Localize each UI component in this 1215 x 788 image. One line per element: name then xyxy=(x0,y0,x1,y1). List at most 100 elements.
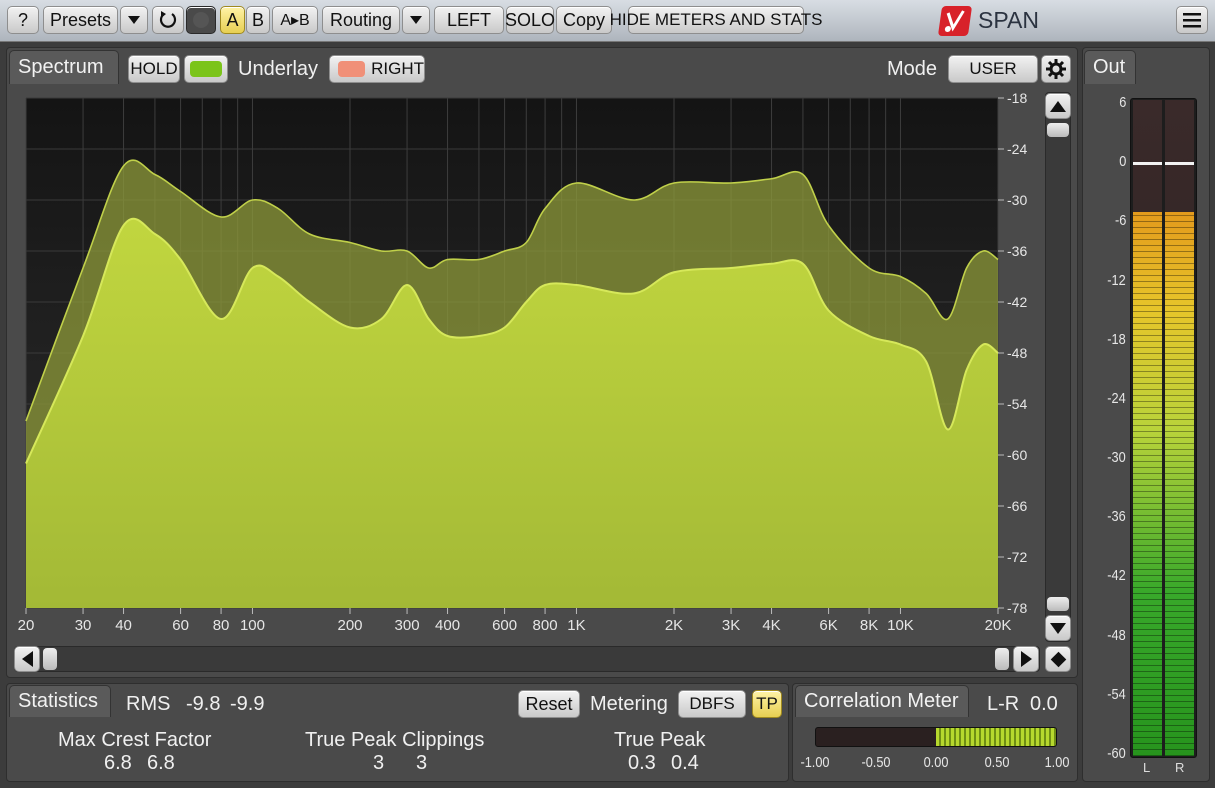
tp-clippings-left-value: 3 xyxy=(373,752,385,774)
max-crest-right-value: 6.8 xyxy=(147,752,175,774)
true-peak-toggle[interactable]: TP xyxy=(752,690,782,718)
db-tick-label: -78 xyxy=(1007,600,1027,616)
correlation-value: 0.0 xyxy=(1030,693,1058,715)
correlation-meter-track xyxy=(815,727,1057,747)
freq-tick-label: 80 xyxy=(213,617,230,634)
underlay-channel-button[interactable]: RIGHT xyxy=(329,55,425,83)
mode-select[interactable]: USER xyxy=(948,55,1038,83)
db-tick-label: -42 xyxy=(1007,294,1027,310)
out-meter-level xyxy=(1165,211,1194,756)
correlation-tick-label: -0.50 xyxy=(860,754,891,771)
record-indicator-icon xyxy=(193,12,209,28)
help-button[interactable]: ? xyxy=(7,6,39,34)
db-tick-label: -72 xyxy=(1007,549,1027,565)
out-meter-tick-label: -24 xyxy=(1107,389,1126,407)
brand-logo xyxy=(937,6,973,36)
routing-dropdown-button[interactable] xyxy=(402,6,430,34)
arrow-up-icon xyxy=(1050,100,1066,112)
out-meter-tick-label: -18 xyxy=(1107,330,1126,348)
true-peak-right-value: 0.4 xyxy=(671,752,699,774)
freq-tick-label: 600 xyxy=(492,617,517,634)
out-meter-peak-marker xyxy=(1133,162,1162,166)
freq-tick-label: 20K xyxy=(985,617,1012,634)
max-crest-left-value: 6.8 xyxy=(104,752,132,774)
db-tick-label: -24 xyxy=(1007,141,1027,157)
scroll-down-button[interactable] xyxy=(1045,615,1071,641)
presets-dropdown-button[interactable] xyxy=(120,6,148,34)
freq-tick-label: 30 xyxy=(75,617,92,634)
out-channel-label-left: L xyxy=(1143,760,1151,775)
brand-name: SPAN xyxy=(978,7,1039,33)
scroll-up-button[interactable] xyxy=(1045,93,1071,119)
vertical-scroll-handle-bottom[interactable] xyxy=(1047,597,1069,611)
correlation-meter-fill xyxy=(936,728,1056,746)
undo-button[interactable] xyxy=(152,6,184,34)
horizontal-scroll-handle-left[interactable] xyxy=(43,648,57,670)
rms-left-value: -9.8 xyxy=(186,693,221,715)
arrow-left-icon xyxy=(21,651,33,667)
metering-mode-button[interactable]: DBFS xyxy=(678,690,746,718)
out-meter-level xyxy=(1133,211,1162,756)
statistics-tab: Statistics xyxy=(9,685,111,717)
reset-zoom-button[interactable] xyxy=(1045,646,1071,672)
copy-a-to-b-button[interactable]: A▸B xyxy=(272,6,318,34)
db-tick-label: -66 xyxy=(1007,498,1027,514)
routing-button[interactable]: Routing xyxy=(322,6,400,34)
solo-button[interactable]: SOLO xyxy=(505,6,555,34)
out-meter-peak-marker xyxy=(1165,162,1194,166)
horizontal-scroll-handle-right[interactable] xyxy=(995,648,1009,670)
hold-color-chip xyxy=(190,61,222,77)
db-tick-label: -36 xyxy=(1007,243,1027,259)
underlay-label: Underlay xyxy=(238,58,319,80)
freq-tick-label: 100 xyxy=(240,617,265,634)
preset-a-button[interactable]: A xyxy=(220,6,245,34)
vertical-scroll-handle-top[interactable] xyxy=(1047,123,1069,137)
presets-button[interactable]: Presets xyxy=(43,6,118,34)
freq-tick-label: 400 xyxy=(435,617,460,634)
hold-button[interactable]: HOLD xyxy=(128,55,180,83)
main-menu-button[interactable] xyxy=(1176,6,1208,34)
freq-tick-label: 800 xyxy=(533,617,558,634)
correlation-mode-label: L-R xyxy=(987,693,1020,715)
scroll-right-button[interactable] xyxy=(1013,646,1039,672)
copy-button[interactable]: Copy xyxy=(556,6,612,34)
freq-tick-label: 10K xyxy=(887,617,914,634)
out-meter-tick-label: 0 xyxy=(1118,153,1126,171)
out-meter-tick-label: -6 xyxy=(1114,212,1126,230)
true-peak-label: True Peak xyxy=(614,729,706,751)
db-tick-label: -54 xyxy=(1007,396,1027,412)
horizontal-scrollbar[interactable] xyxy=(14,646,1040,672)
out-meter-tick-label: -12 xyxy=(1107,271,1126,289)
arrow-down-icon xyxy=(1050,622,1066,634)
rms-right-value: -9.9 xyxy=(230,693,265,715)
db-tick-label: -48 xyxy=(1007,345,1027,361)
preset-b-button[interactable]: B xyxy=(246,6,270,34)
hide-meters-button[interactable]: HIDE METERS AND STATS xyxy=(610,6,822,34)
correlation-tab: Correlation Meter xyxy=(795,685,969,717)
out-meter-tick-label: -48 xyxy=(1107,626,1126,644)
correlation-tick-label: -1.00 xyxy=(800,754,830,771)
diamond-icon xyxy=(1050,651,1066,667)
hamburger-menu-icon xyxy=(1183,13,1201,28)
record-button[interactable] xyxy=(186,6,216,34)
channel-left-button[interactable]: LEFT xyxy=(434,6,504,34)
out-meter-tick-label: -54 xyxy=(1107,685,1126,703)
out-meter-tick-label: -36 xyxy=(1107,508,1126,526)
rms-label: RMS xyxy=(126,693,171,715)
freq-tick-label: 20 xyxy=(18,617,35,634)
correlation-tick-label: 0.00 xyxy=(923,754,949,771)
freq-tick-label: 60 xyxy=(172,617,189,634)
scroll-left-button[interactable] xyxy=(14,646,40,672)
undo-icon xyxy=(159,11,177,28)
out-meter-tick-label: -60 xyxy=(1107,745,1126,762)
spectrum-graph[interactable]: -18 -24 -30 -36 -42 -48 -54 -60 -66 -72 -78 20 30 40 6… xyxy=(10,88,1072,648)
vertical-scrollbar[interactable] xyxy=(1045,92,1071,642)
reset-button[interactable]: Reset xyxy=(518,690,580,718)
settings-button[interactable] xyxy=(1041,55,1071,83)
metering-label: Metering xyxy=(590,693,668,715)
underlay-channel-label: RIGHT xyxy=(371,59,424,78)
out-meter-bar-left xyxy=(1133,100,1162,756)
tp-clippings-right-value: 3 xyxy=(416,752,428,774)
hold-color-swatch[interactable] xyxy=(184,55,228,83)
freq-tick-label: 1K xyxy=(567,617,585,634)
